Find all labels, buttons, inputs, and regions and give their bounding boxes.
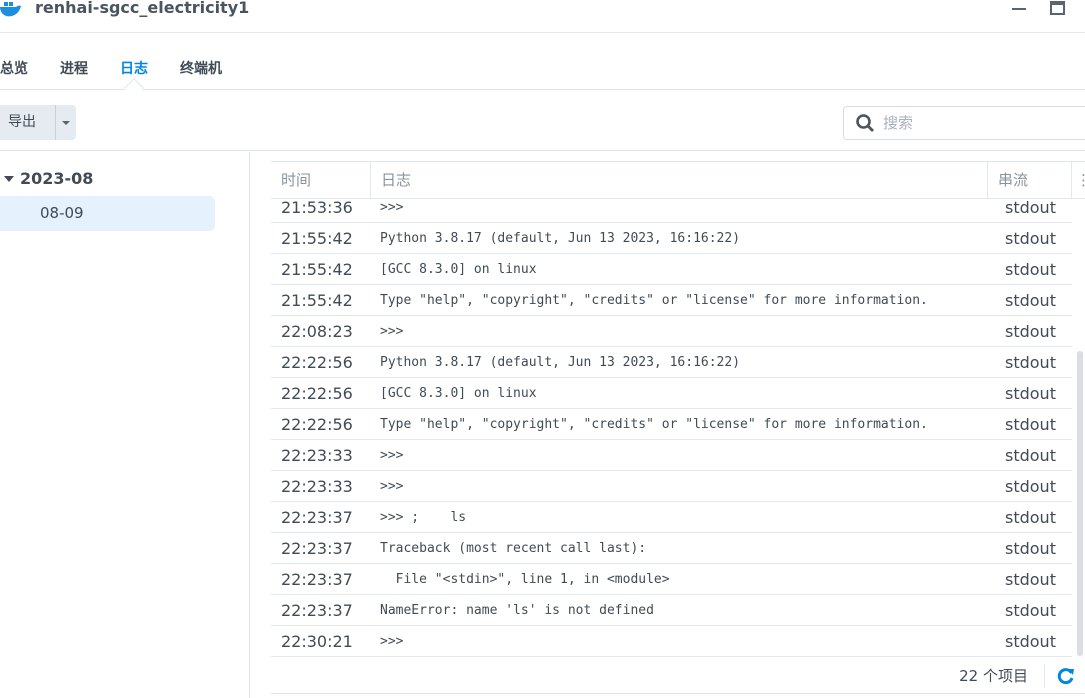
time-cell: 21:55:42 bbox=[281, 290, 353, 310]
table-row[interactable]: 22:23:33 >>> stdout bbox=[271, 471, 1072, 502]
maximize-icon[interactable] bbox=[1048, 0, 1068, 18]
tab-overview[interactable]: 总览 bbox=[0, 58, 28, 78]
window-title: renhai-sgcc_electricity1 bbox=[35, 0, 250, 17]
log-cell: NameError: name 'ls' is not defined bbox=[380, 602, 654, 618]
stream-cell: stdout bbox=[1005, 414, 1056, 434]
time-cell: 22:22:56 bbox=[281, 414, 353, 434]
date-sidebar: 2023-08 08-09 bbox=[0, 152, 250, 698]
search-input[interactable] bbox=[883, 114, 1063, 132]
time-cell: 21:55:42 bbox=[281, 228, 353, 248]
table-row[interactable]: 22:23:33 >>> stdout bbox=[271, 440, 1072, 471]
table-row[interactable]: 21:53:36 >>> stdout bbox=[271, 199, 1072, 223]
caret-down-icon bbox=[62, 120, 70, 125]
log-cell: >>> ; ls bbox=[380, 509, 467, 525]
tab-logs[interactable]: 日志 bbox=[120, 58, 148, 78]
stream-cell: stdout bbox=[1005, 199, 1056, 217]
time-cell: 22:23:33 bbox=[281, 476, 353, 496]
stream-cell: stdout bbox=[1005, 290, 1056, 310]
log-cell: >>> bbox=[380, 478, 404, 494]
stream-cell: stdout bbox=[1005, 445, 1056, 465]
grid-footer: 22 个项目 bbox=[271, 658, 1085, 694]
export-dropdown[interactable] bbox=[56, 120, 76, 126]
divider bbox=[1044, 663, 1045, 688]
table-row[interactable]: 21:55:42 Type "help", "copyright", "credi… bbox=[271, 285, 1072, 316]
log-cell: File "<stdin>", line 1, in <module> bbox=[380, 571, 670, 587]
time-cell: 21:53:36 bbox=[281, 199, 353, 217]
scrollbar[interactable] bbox=[1077, 351, 1083, 656]
table-row[interactable]: 22:23:37 Traceback (most recent call last… bbox=[271, 533, 1072, 564]
column-header-time[interactable]: 时间 bbox=[271, 162, 371, 198]
tab-bar: 总览 进程 日志 终端机 bbox=[0, 34, 1085, 98]
column-header-log[interactable]: 日志 bbox=[371, 162, 988, 198]
caret-down-icon bbox=[4, 175, 14, 182]
time-cell: 22:22:56 bbox=[281, 383, 353, 403]
stream-cell: stdout bbox=[1005, 352, 1056, 372]
time-cell: 22:23:37 bbox=[281, 507, 353, 527]
stream-cell: stdout bbox=[1005, 476, 1056, 496]
log-cell: >>> bbox=[380, 199, 404, 215]
column-menu-icon[interactable]: ⋮ bbox=[1072, 162, 1085, 198]
table-row[interactable]: 22:22:56 [GCC 8.3.0] on linux stdout bbox=[271, 378, 1072, 409]
day-item[interactable]: 08-09 bbox=[0, 196, 215, 231]
time-cell: 22:30:21 bbox=[281, 631, 353, 651]
log-cell: Type "help", "copyright", "credits" or "… bbox=[380, 292, 928, 308]
grid-body: 21:53:36 >>> stdout 21:55:42 Python 3.8.17 (… bbox=[271, 199, 1085, 658]
log-cell: Type "help", "copyright", "credits" or "… bbox=[380, 416, 928, 432]
log-cell: [GCC 8.3.0] on linux bbox=[380, 261, 537, 277]
stream-cell: stdout bbox=[1005, 321, 1056, 341]
grid-header: 时间 日志 串流 ⋮ bbox=[271, 162, 1085, 199]
table-row[interactable]: 21:55:42 Python 3.8.17 (default, Jun 13 2… bbox=[271, 223, 1072, 254]
toolbar: 导出 bbox=[0, 91, 1085, 151]
log-cell: Python 3.8.17 (default, Jun 13 2023, 16:… bbox=[380, 230, 741, 246]
log-cell: [GCC 8.3.0] on linux bbox=[380, 385, 537, 401]
time-cell: 22:22:56 bbox=[281, 352, 353, 372]
column-header-stream[interactable]: 串流 bbox=[988, 162, 1072, 198]
table-row[interactable]: 22:23:37 File "<stdin>", line 1, in <mod… bbox=[271, 564, 1072, 595]
table-row[interactable]: 22:22:56 Python 3.8.17 (default, Jun 13 2… bbox=[271, 347, 1072, 378]
stream-cell: stdout bbox=[1005, 569, 1056, 589]
month-group[interactable]: 2023-08 bbox=[4, 169, 93, 188]
table-row[interactable]: 22:23:37 NameError: name 'ls' is not defi… bbox=[271, 595, 1072, 626]
time-cell: 21:55:42 bbox=[281, 259, 353, 279]
time-cell: 22:23:33 bbox=[281, 445, 353, 465]
time-cell: 22:23:37 bbox=[281, 600, 353, 620]
time-cell: 22:23:37 bbox=[281, 569, 353, 589]
stream-cell: stdout bbox=[1005, 631, 1056, 651]
month-label: 2023-08 bbox=[20, 169, 94, 188]
stream-cell: stdout bbox=[1005, 259, 1056, 279]
tab-processes[interactable]: 进程 bbox=[60, 58, 88, 78]
search-icon bbox=[856, 114, 874, 132]
search-box[interactable] bbox=[843, 106, 1085, 140]
title-bar: renhai-sgcc_electricity1 bbox=[0, 0, 1085, 33]
table-row[interactable]: 22:30:21 >>> stdout bbox=[271, 626, 1072, 657]
stream-cell: stdout bbox=[1005, 538, 1056, 558]
log-cell: Traceback (most recent call last): bbox=[380, 540, 647, 556]
table-row[interactable]: 22:22:56 Type "help", "copyright", "credi… bbox=[271, 409, 1072, 440]
export-label[interactable]: 导出 bbox=[0, 105, 56, 140]
minimize-icon[interactable] bbox=[1009, 0, 1029, 18]
table-row[interactable]: 22:23:37 >>> ; ls stdout bbox=[271, 502, 1072, 533]
table-row[interactable]: 22:08:23 >>> stdout bbox=[271, 316, 1072, 347]
tab-terminal[interactable]: 终端机 bbox=[180, 58, 222, 78]
time-cell: 22:08:23 bbox=[281, 321, 353, 341]
time-cell: 22:23:37 bbox=[281, 538, 353, 558]
stream-cell: stdout bbox=[1005, 507, 1056, 527]
item-count: 22 个项目 bbox=[959, 667, 1028, 685]
log-cell: >>> bbox=[380, 633, 404, 649]
stream-cell: stdout bbox=[1005, 228, 1056, 248]
log-cell: Python 3.8.17 (default, Jun 13 2023, 16:… bbox=[380, 354, 741, 370]
log-cell: >>> bbox=[380, 447, 404, 463]
log-grid: 时间 日志 串流 ⋮ 21:53:36 >>> stdout 21:55:42 Pyth… bbox=[271, 161, 1085, 694]
table-row[interactable]: 21:55:42 [GCC 8.3.0] on linux stdout bbox=[271, 254, 1072, 285]
stream-cell: stdout bbox=[1005, 383, 1056, 403]
refresh-icon[interactable] bbox=[1057, 667, 1075, 685]
export-button[interactable]: 导出 bbox=[0, 105, 76, 140]
docker-logo-icon bbox=[0, 2, 21, 17]
stream-cell: stdout bbox=[1005, 600, 1056, 620]
log-cell: >>> bbox=[380, 323, 404, 339]
